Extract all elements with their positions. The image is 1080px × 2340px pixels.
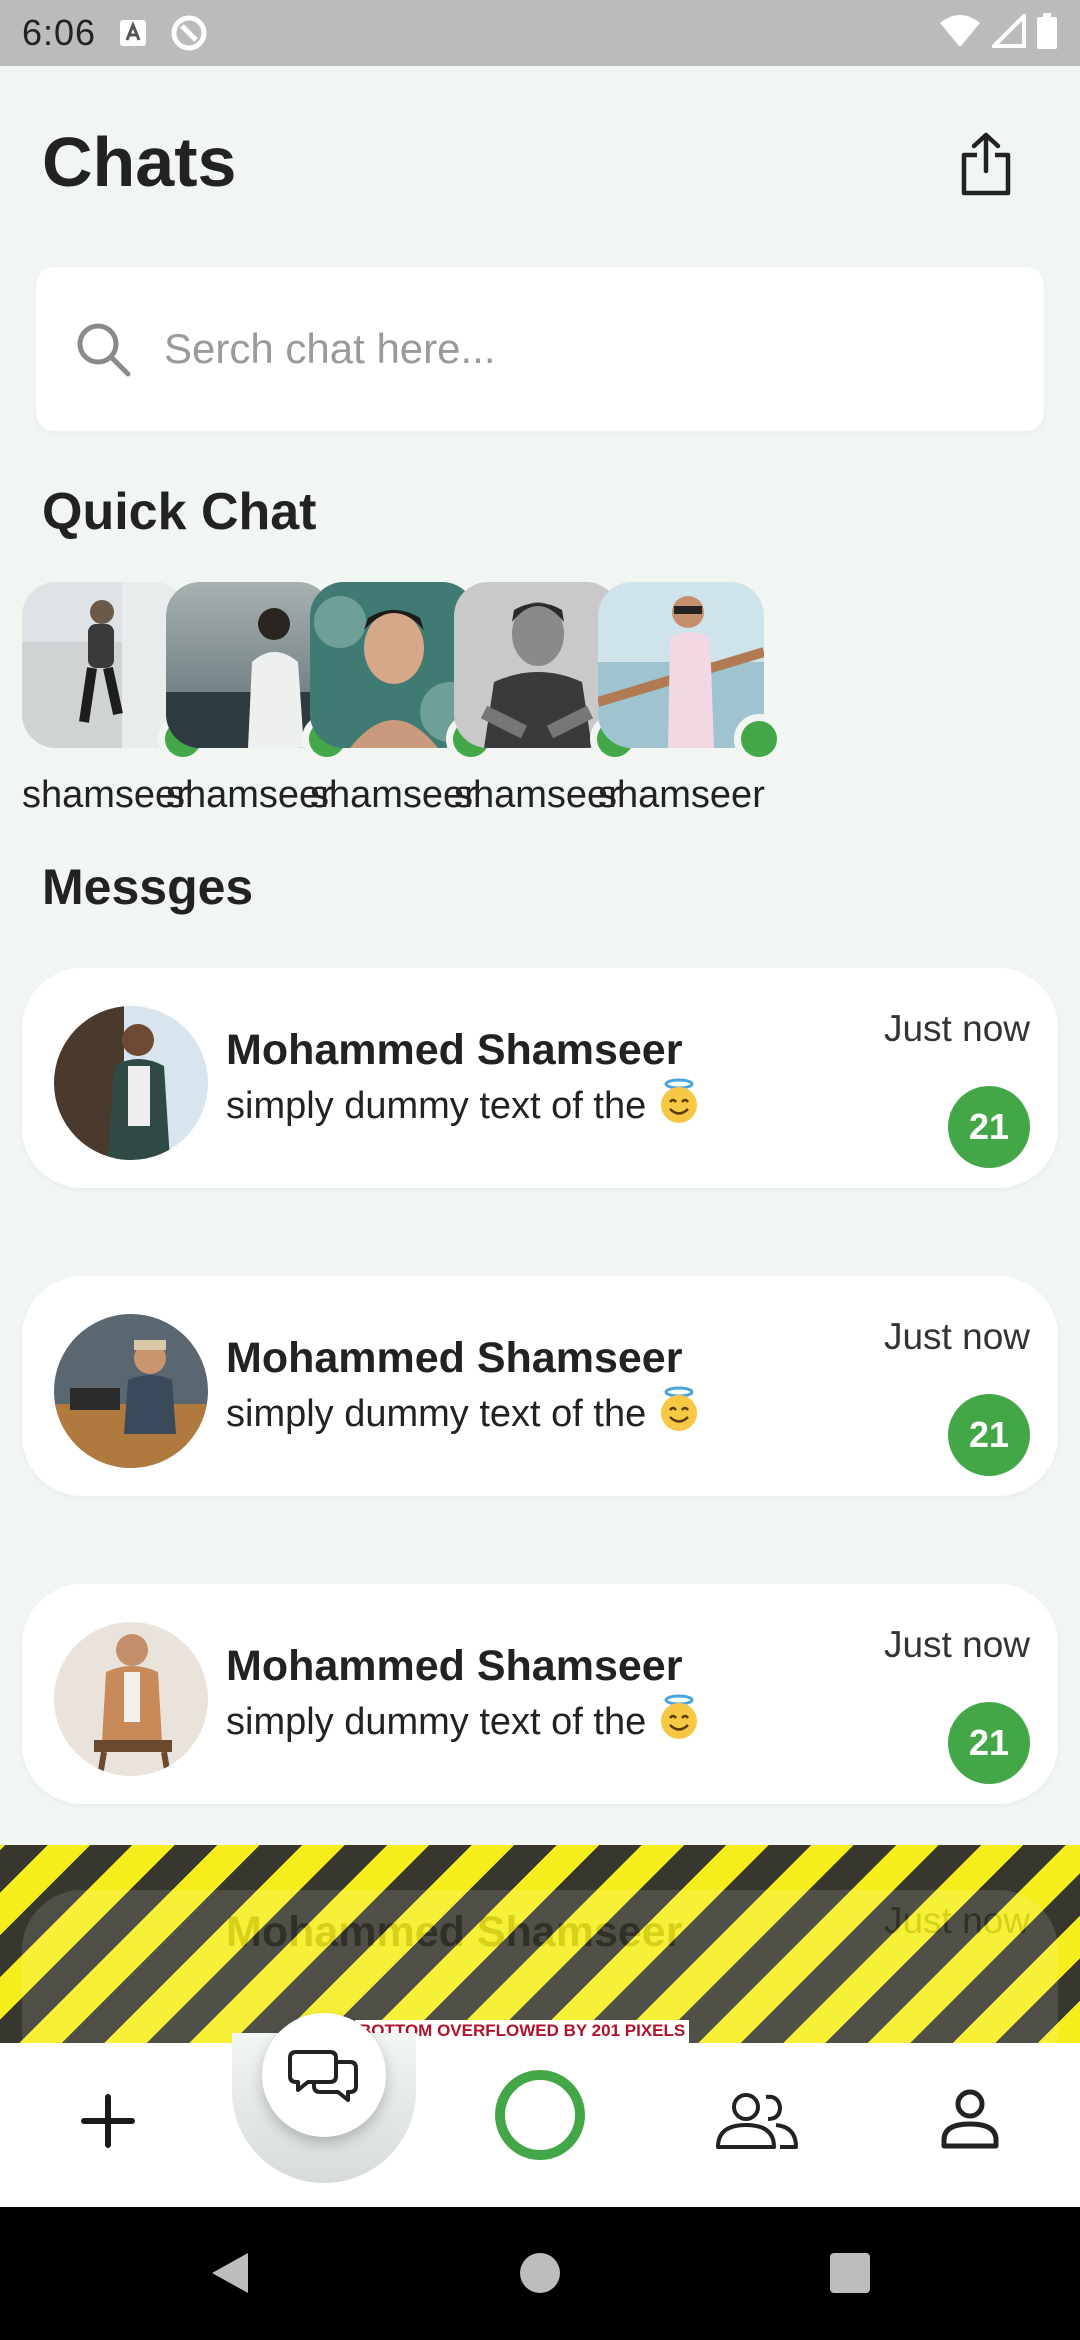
unread-badge: 21	[948, 1702, 1030, 1784]
quick-chat-contact[interactable]: shamseer	[598, 582, 784, 822]
keyboard-notification-icon	[118, 18, 148, 48]
message-card[interactable]: Mohammed Shamseer simply dummy text of t…	[22, 968, 1058, 1188]
contact-name: Mohammed Shamseer	[226, 1026, 683, 1074]
messages-title: Messges	[42, 859, 254, 915]
profile-icon	[941, 2089, 999, 2149]
preview-text: simply dummy text of the	[226, 1700, 647, 1743]
message-card[interactable]: Mohammed Shamseer simply dummy text of t…	[22, 1584, 1058, 1804]
message-time: Just now	[883, 1316, 1030, 1357]
message-preview: simply dummy text of the	[226, 1386, 702, 1442]
preview-text: simply dummy text of the	[226, 1084, 647, 1127]
quick-chat-list: shamseer shamseer shamseer shamseer sham…	[22, 582, 1080, 822]
search-input[interactable]	[164, 325, 1014, 373]
message-time: Just now	[883, 1900, 1030, 1941]
home-button[interactable]	[510, 2243, 570, 2303]
online-indicator	[734, 714, 784, 764]
status-bar: 6:06	[0, 0, 1080, 66]
message-time: Just now	[883, 1624, 1030, 1665]
add-button[interactable]	[70, 2083, 146, 2159]
smiling-halo-emoji-icon	[656, 1078, 702, 1134]
cell-signal-icon	[989, 10, 1026, 53]
message-preview: simply dummy text of the	[226, 1694, 702, 1750]
status-button[interactable]	[490, 2065, 590, 2165]
chats-fab-button[interactable]	[262, 2013, 386, 2137]
recents-button[interactable]	[820, 2243, 880, 2303]
people-icon	[716, 2093, 798, 2149]
share-button[interactable]	[952, 128, 1020, 200]
message-preview: simply dummy text of the	[226, 1078, 702, 1134]
unread-badge: 21	[948, 1086, 1030, 1168]
search-bar[interactable]	[36, 267, 1044, 431]
avatar	[54, 1622, 208, 1776]
bottom-navigation	[0, 2013, 1080, 2207]
quick-chat-title: Quick Chat	[42, 483, 317, 541]
system-navigation-bar	[0, 2207, 1080, 2340]
sync-notification-icon	[170, 14, 208, 52]
smiling-halo-emoji-icon	[656, 1694, 702, 1750]
message-time: Just now	[883, 1008, 1030, 1049]
contact-name: Mohammed Shamseer	[226, 1908, 683, 1956]
share-icon	[961, 132, 1011, 196]
contact-name: Mohammed Shamseer	[226, 1642, 683, 1690]
preview-text: simply dummy text of the	[226, 1392, 647, 1435]
add-icon	[81, 2094, 135, 2148]
contact-name: Mohammed Shamseer	[226, 1334, 683, 1382]
profile-button[interactable]	[932, 2079, 1008, 2159]
status-time: 6:06	[22, 12, 97, 53]
recents-square-icon	[830, 2253, 870, 2293]
avatar	[54, 1006, 208, 1160]
search-icon	[77, 323, 131, 377]
contact-name: shamseer	[598, 774, 765, 816]
back-triangle-icon	[212, 2253, 248, 2293]
back-button[interactable]	[200, 2243, 260, 2303]
message-card[interactable]: Mohammed Shamseer simply dummy text of t…	[22, 1276, 1058, 1496]
wifi-icon	[938, 13, 982, 54]
overflow-warning-stripes: Mohammed Shamseer Just now BOTTOM OVERFL…	[0, 1845, 1080, 2043]
unread-badge: 21	[948, 1394, 1030, 1476]
home-circle-icon	[520, 2253, 560, 2293]
contacts-button[interactable]	[712, 2081, 802, 2161]
battery-icon	[1036, 12, 1058, 54]
status-ring-icon	[495, 2070, 585, 2160]
smiling-halo-emoji-icon	[656, 1386, 702, 1442]
avatar	[54, 1314, 208, 1468]
page-title: Chats	[42, 123, 237, 201]
chat-bubbles-icon	[288, 2050, 358, 2102]
